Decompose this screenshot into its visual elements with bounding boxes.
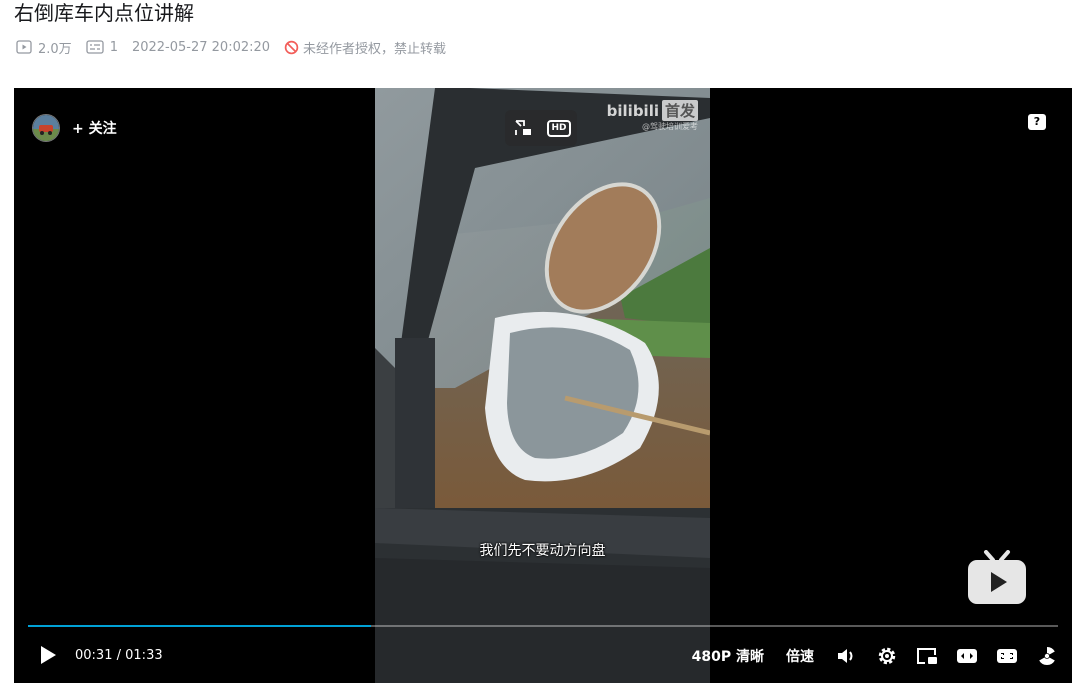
danmaku-count-value: 1 [109,39,118,55]
copyright-notice: 未经作者授权，禁止转载 [284,38,446,57]
quality-button[interactable]: 480P 清晰 [692,646,764,666]
watermark-sub: @驾驶培训爱考 [642,122,698,131]
play-button[interactable] [38,644,58,670]
play-icon [41,646,56,664]
mini-window-button[interactable] [510,115,536,141]
fullscreen-icon [1039,647,1055,666]
speed-button[interactable]: 倍速 [786,646,814,666]
settings-icon [878,647,896,665]
progress-fill [28,625,371,627]
video-title: 右倒库车内点位讲解 [14,1,194,25]
progress-bar[interactable] [28,625,1058,627]
video-player[interactable]: bilibili首发 @驾驶培训爱考 我们先不要动方向盘 HD + 关注 ? [14,88,1072,683]
mini-toolbar: HD [505,110,577,146]
help-button[interactable]: ? [1028,114,1046,130]
danmaku-icon [86,40,104,54]
web-fullscreen-icon [997,649,1017,663]
video-meta: 2.0万 1 2022-05-27 20:02:20 未经作者授权，禁止转载 [16,38,446,57]
view-count: 2.0万 [16,38,72,57]
forbidden-icon [284,40,299,54]
pip-button[interactable] [916,646,938,666]
control-right: 480P 清晰 倍速 [692,640,1058,672]
view-count-value: 2.0万 [38,41,72,57]
avatar-image [33,115,59,141]
bilibili-tv-button[interactable] [966,550,1028,606]
avatar[interactable] [32,114,60,142]
play-count-icon [16,40,32,54]
copyright-text: 未经作者授权，禁止转载 [303,41,447,57]
widescreen-icon [957,649,977,663]
mini-window-icon [515,120,531,135]
volume-button[interactable] [836,646,858,666]
web-fullscreen-button[interactable] [996,646,1018,666]
fullscreen-button[interactable] [1036,645,1058,667]
control-bar: 00:31 / 01:33 480P 清晰 倍速 [14,640,1072,672]
time-separator: / [116,648,121,663]
publish-date: 2022-05-27 20:02:20 [131,39,271,55]
settings-button[interactable] [876,645,898,667]
pip-icon [917,648,937,664]
widescreen-button[interactable] [956,646,978,666]
video-frame[interactable]: bilibili 首发 @驾驶培训爱考 我们先不要动方向盘 [375,88,710,683]
watermark-tag: 首发 [661,100,698,121]
time-display: 00:31 / 01:33 [75,648,163,663]
video-subtitle: 我们先不要动方向盘 [479,543,606,559]
volume-icon [838,649,853,663]
current-time: 00:31 [75,648,113,663]
follow-button[interactable]: + 关注 [72,118,117,138]
total-time: 01:33 [125,648,163,663]
danmaku-count: 1 [86,40,118,55]
watermark-brand: bilibili [606,102,659,120]
bilibili-watermark: bilibili 首发 @驾驶培训爱考 [607,100,698,132]
hd-button[interactable]: HD [546,115,572,141]
video-scene [375,88,710,683]
hd-label: HD [547,119,571,137]
uploader-info: + 关注 [32,114,117,142]
bilibili-tv-icon [968,550,1026,604]
